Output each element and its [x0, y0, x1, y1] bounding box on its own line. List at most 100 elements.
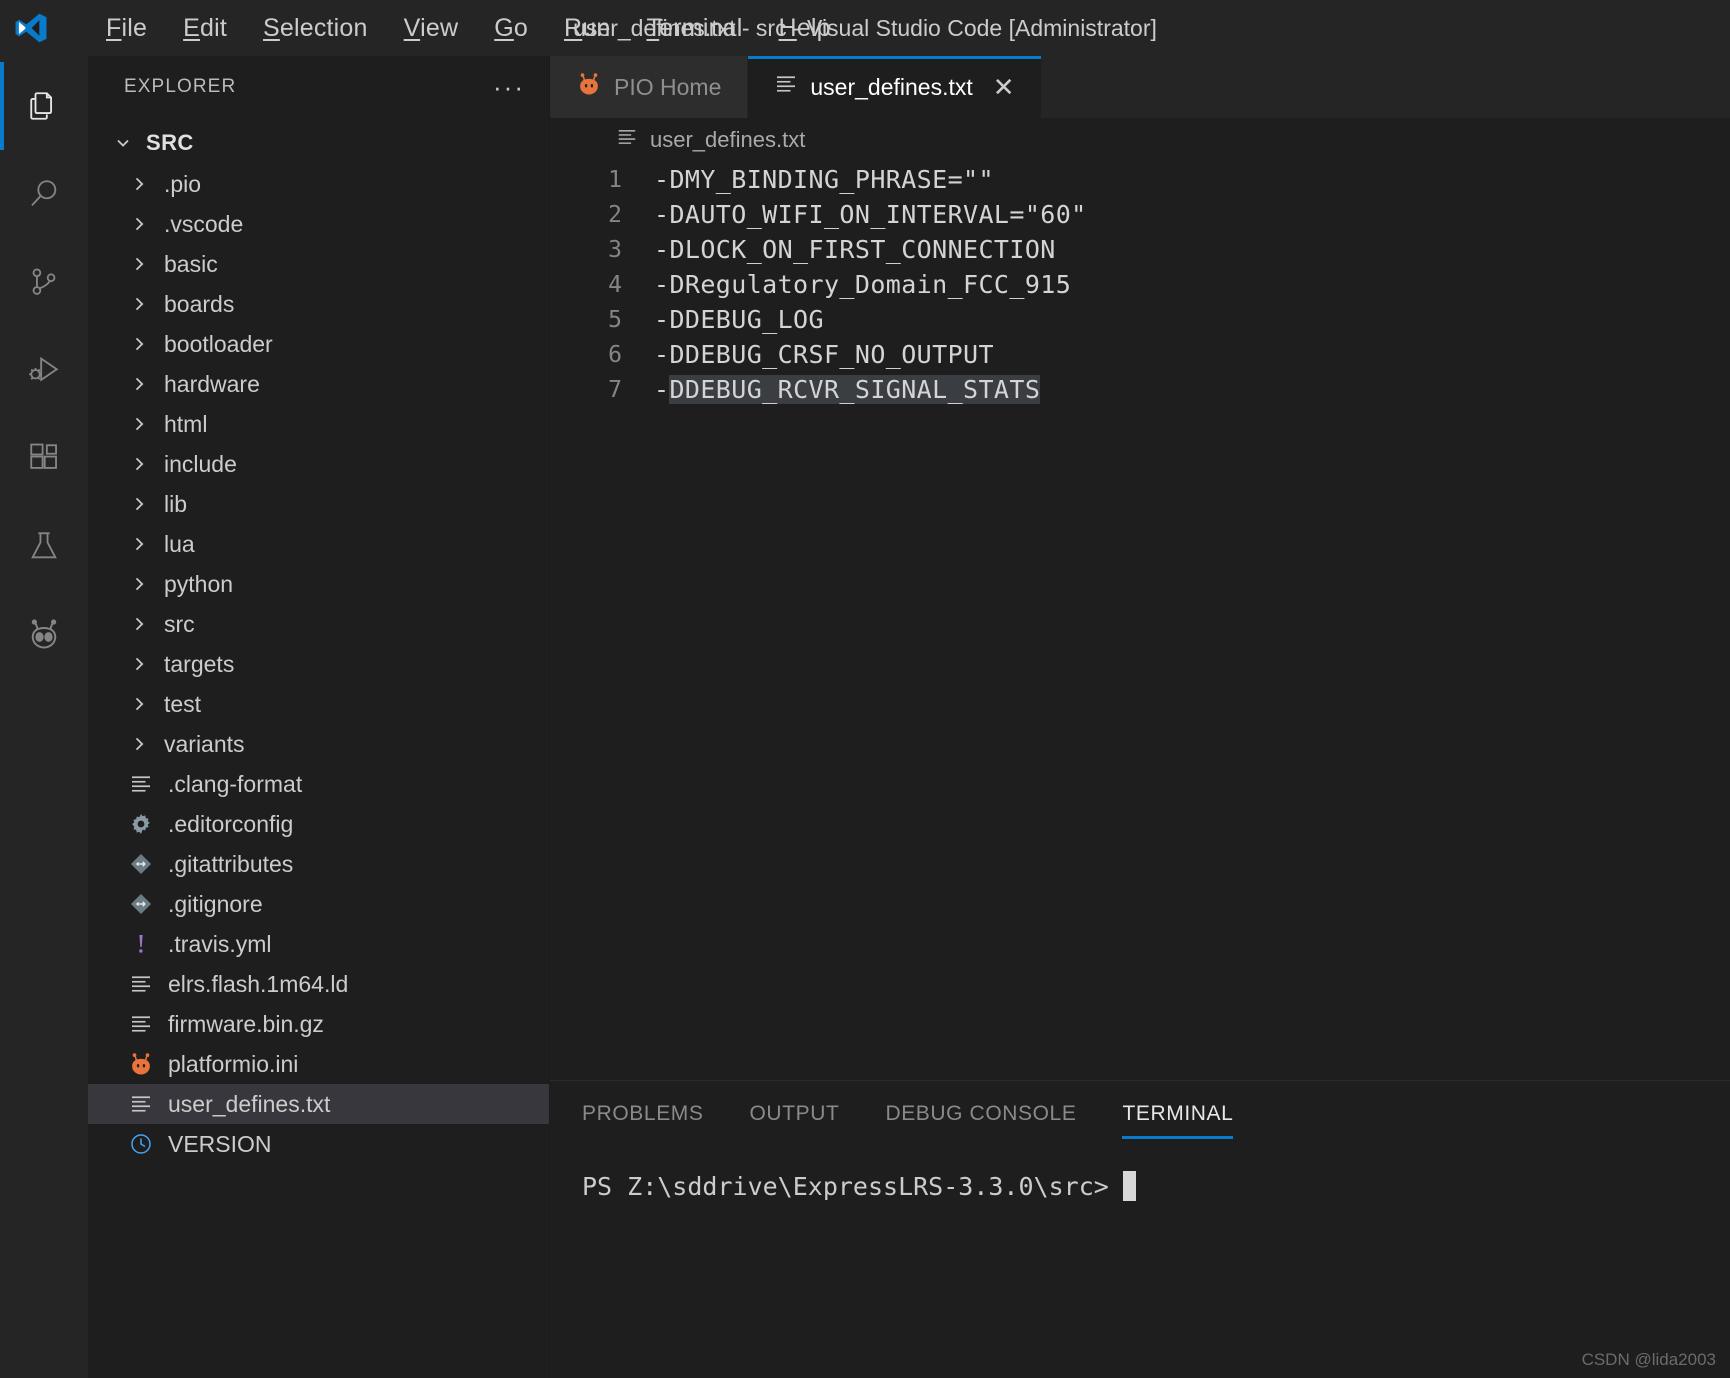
tree-folder-row[interactable]: test: [88, 684, 549, 724]
chevron-right-icon: [126, 534, 152, 554]
tree-folder-row[interactable]: targets: [88, 644, 549, 684]
vscode-logo-icon: [0, 9, 62, 47]
close-icon[interactable]: ✕: [993, 74, 1015, 100]
activity-item-explorer[interactable]: [0, 62, 88, 150]
menu-edit[interactable]: Edit: [165, 10, 245, 47]
tree-file-row[interactable]: user_defines.txt: [88, 1084, 549, 1124]
chevron-right-icon: [126, 574, 152, 594]
tree-folder-row[interactable]: .vscode: [88, 204, 549, 244]
tab-user-defines[interactable]: user_defines.txt ✕: [748, 56, 1042, 118]
terminal-output[interactable]: PS Z:\sddrive\ExpressLRS-3.3.0\src>: [550, 1147, 1730, 1378]
tree-file-row[interactable]: .gitattributes: [88, 844, 549, 884]
tree-item-label: .gitignore: [168, 890, 263, 917]
editor-area: PIO Home user_defines.txt ✕ user_defines…: [550, 56, 1730, 1378]
watermark: CSDN @lida2003: [1581, 1350, 1716, 1369]
code-editor[interactable]: 1 -DMY_BINDING_PHRASE="" 2 -DAUTO_WIFI_ON_I…: [550, 162, 1730, 1080]
tree-item-label: src: [164, 610, 195, 637]
tree-folder-row[interactable]: .pio: [88, 164, 549, 204]
code-line[interactable]: 7 -DDEBUG_RCVR_SIGNAL_STATS: [550, 372, 1730, 407]
panel-tab-debug-console[interactable]: DEBUG CONSOLE: [885, 1081, 1076, 1147]
tree-item-label: .pio: [164, 170, 202, 197]
tree-file-row[interactable]: .travis.yml: [88, 924, 549, 964]
tree-folder-row[interactable]: hardware: [88, 364, 549, 404]
tree-file-row[interactable]: platformio.ini: [88, 1044, 549, 1084]
line-number: 6: [608, 341, 622, 368]
code-line[interactable]: 5 -DDEBUG_LOG: [550, 302, 1730, 337]
workbench-body: EXPLORER ··· SRC .pio .vscode basic boards b…: [0, 56, 1730, 1378]
breadcrumb[interactable]: user_defines.txt: [550, 118, 1730, 162]
tree-folder-row[interactable]: bootloader: [88, 324, 549, 364]
tree-item-label: boards: [164, 290, 235, 317]
chevron-down-icon: [110, 133, 136, 153]
sidebar-title: EXPLORER: [124, 76, 237, 97]
tree-file-row[interactable]: .editorconfig: [88, 804, 549, 844]
terminal-prompt-line: PS Z:\sddrive\ExpressLRS-3.3.0\src>: [582, 1171, 1730, 1201]
tree-folder-row[interactable]: html: [88, 404, 549, 444]
line-number: 2: [608, 201, 622, 228]
code-line[interactable]: 6 -DDEBUG_CRSF_NO_OUTPUT: [550, 337, 1730, 372]
code-line[interactable]: 1 -DMY_BINDING_PHRASE="": [550, 162, 1730, 197]
tree-root-label: SRC: [146, 130, 194, 155]
tree-folder-row[interactable]: python: [88, 564, 549, 604]
sidebar-more-actions-button[interactable]: ···: [493, 74, 525, 100]
line-number: 5: [608, 306, 622, 333]
text-file-icon: [126, 972, 156, 996]
chevron-right-icon: [126, 214, 152, 234]
tree-file-row[interactable]: VERSION: [88, 1124, 549, 1164]
tree-folder-row[interactable]: lua: [88, 524, 549, 564]
line-number: 4: [608, 271, 622, 298]
terminal-prompt-text: PS Z:\sddrive\ExpressLRS-3.3.0\src>: [582, 1171, 1109, 1201]
menu-run[interactable]: Run: [546, 10, 628, 47]
search-icon: [27, 177, 61, 211]
activity-item-search[interactable]: [0, 150, 88, 238]
activity-item-run-debug[interactable]: [0, 326, 88, 414]
panel-tab-terminal[interactable]: TERMINAL: [1122, 1081, 1234, 1147]
code-line[interactable]: 4 -DRegulatory_Domain_FCC_915: [550, 267, 1730, 302]
git-icon: [126, 852, 156, 876]
panel-tab-output[interactable]: OUTPUT: [750, 1081, 840, 1147]
line-text: -DLOCK_ON_FIRST_CONNECTION: [654, 235, 1056, 264]
code-line[interactable]: 3 -DLOCK_ON_FIRST_CONNECTION: [550, 232, 1730, 267]
tree-folder-row[interactable]: src: [88, 604, 549, 644]
panel-tab-bar: PROBLEMS OUTPUT DEBUG CONSOLE TERMINAL: [550, 1081, 1730, 1147]
chevron-right-icon: [126, 734, 152, 754]
chevron-right-icon: [126, 494, 152, 514]
activity-item-testing[interactable]: [0, 502, 88, 590]
code-line[interactable]: 2 -DAUTO_WIFI_ON_INTERVAL="60": [550, 197, 1730, 232]
tree-file-row[interactable]: .clang-format: [88, 764, 549, 804]
menu-file[interactable]: File: [88, 10, 165, 47]
menu-view[interactable]: View: [386, 10, 477, 47]
activity-item-source-control[interactable]: [0, 238, 88, 326]
tree-item-label: .vscode: [164, 210, 244, 237]
tree-folder-row[interactable]: boards: [88, 284, 549, 324]
line-number: 7: [608, 376, 622, 403]
menu-go[interactable]: Go: [476, 10, 546, 47]
chevron-right-icon: [126, 654, 152, 674]
tree-file-row[interactable]: firmware.bin.gz: [88, 1004, 549, 1044]
selected-text: DDEBUG_RCVR_SIGNAL_STATS: [669, 375, 1041, 404]
testing-flask-icon: [27, 529, 61, 563]
line-text: -DDEBUG_RCVR_SIGNAL_STATS: [654, 375, 1041, 404]
tree-item-label: .clang-format: [168, 770, 303, 797]
tree-folder-row[interactable]: variants: [88, 724, 549, 764]
activity-item-extensions[interactable]: [0, 414, 88, 502]
tree-file-row[interactable]: elrs.flash.1m64.ld: [88, 964, 549, 1004]
tree-file-row[interactable]: .gitignore: [88, 884, 549, 924]
line-number: 1: [608, 166, 622, 193]
panel-tab-problems[interactable]: PROBLEMS: [582, 1081, 704, 1147]
tree-folder-row[interactable]: include: [88, 444, 549, 484]
git-icon: [126, 892, 156, 916]
tab-pio-home[interactable]: PIO Home: [550, 56, 749, 118]
chevron-right-icon: [126, 294, 152, 314]
menu-selection[interactable]: Selection: [245, 10, 386, 47]
platformio-alien-icon: [26, 616, 62, 652]
tree-folder-row[interactable]: lib: [88, 484, 549, 524]
tree-folder-row[interactable]: basic: [88, 244, 549, 284]
activity-item-platformio[interactable]: [0, 590, 88, 678]
files-explorer-icon: [27, 89, 61, 123]
menu-terminal[interactable]: Terminal: [628, 10, 760, 47]
text-file-icon: [126, 1092, 156, 1116]
menu-help[interactable]: Help: [761, 10, 849, 47]
tree-root-src[interactable]: SRC: [88, 122, 549, 164]
line-text: -DRegulatory_Domain_FCC_915: [654, 270, 1072, 299]
